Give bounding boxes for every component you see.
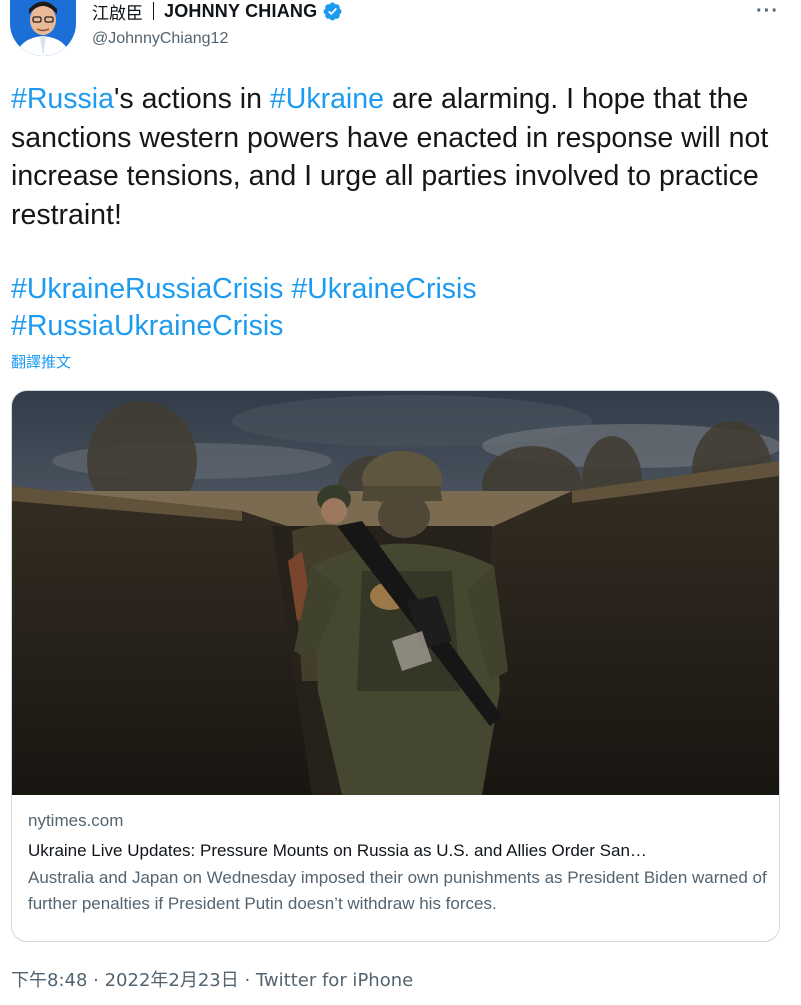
tweet-timestamp[interactable]: 下午8:48 · 2022年2月23日 · Twitter for iPhone [11,966,413,992]
avatar-photo [10,0,76,56]
card-image[interactable] [12,391,779,795]
hashtag-list: #UkraineRussiaCrisis #UkraineCrisis #Rus… [11,271,791,345]
more-options-icon[interactable]: ··· [756,0,779,23]
hashtag-link[interactable]: #Ukraine [270,83,384,115]
hashtag-link[interactable]: #UkraineRussiaCrisis [11,273,283,305]
translate-tweet-link[interactable]: 翻譯推文 [11,351,71,372]
avatar[interactable] [10,0,76,56]
display-name[interactable]: JOHNNY CHIANG [164,1,317,22]
link-card[interactable]: nytimes.com Ukraine Live Updates: Pressu… [11,390,780,942]
tweet-text: #Russia's actions in #Ukraine are alarmi… [11,80,791,234]
display-name-cjk[interactable]: 江啟臣 [92,0,143,24]
card-body: nytimes.com Ukraine Live Updates: Pressu… [28,811,767,917]
hashtag-link[interactable]: #UkraineCrisis [291,273,476,305]
author-names: 江啟臣 JOHNNY CHIANG @JohnnyChiang12 [92,0,343,48]
tweet-text-segment: 's actions in [113,83,270,115]
card-description: Australia and Japan on Wednesday imposed… [28,868,767,913]
display-name-row[interactable]: 江啟臣 JOHNNY CHIANG [92,0,343,24]
hashtag-link[interactable]: #Russia [11,83,114,115]
hashtag-link[interactable]: #RussiaUkraineCrisis [11,310,283,342]
name-divider [153,2,154,20]
card-domain: nytimes.com [28,811,124,830]
card-title[interactable]: Ukraine Live Updates: Pressure Mounts on… [28,841,767,861]
verified-badge-icon [322,1,343,22]
soldiers-in-trench-photo [12,391,779,795]
author-handle[interactable]: @JohnnyChiang12 [92,30,343,48]
tweet: 江啟臣 JOHNNY CHIANG @JohnnyChiang12 ··· #R… [0,0,801,1005]
